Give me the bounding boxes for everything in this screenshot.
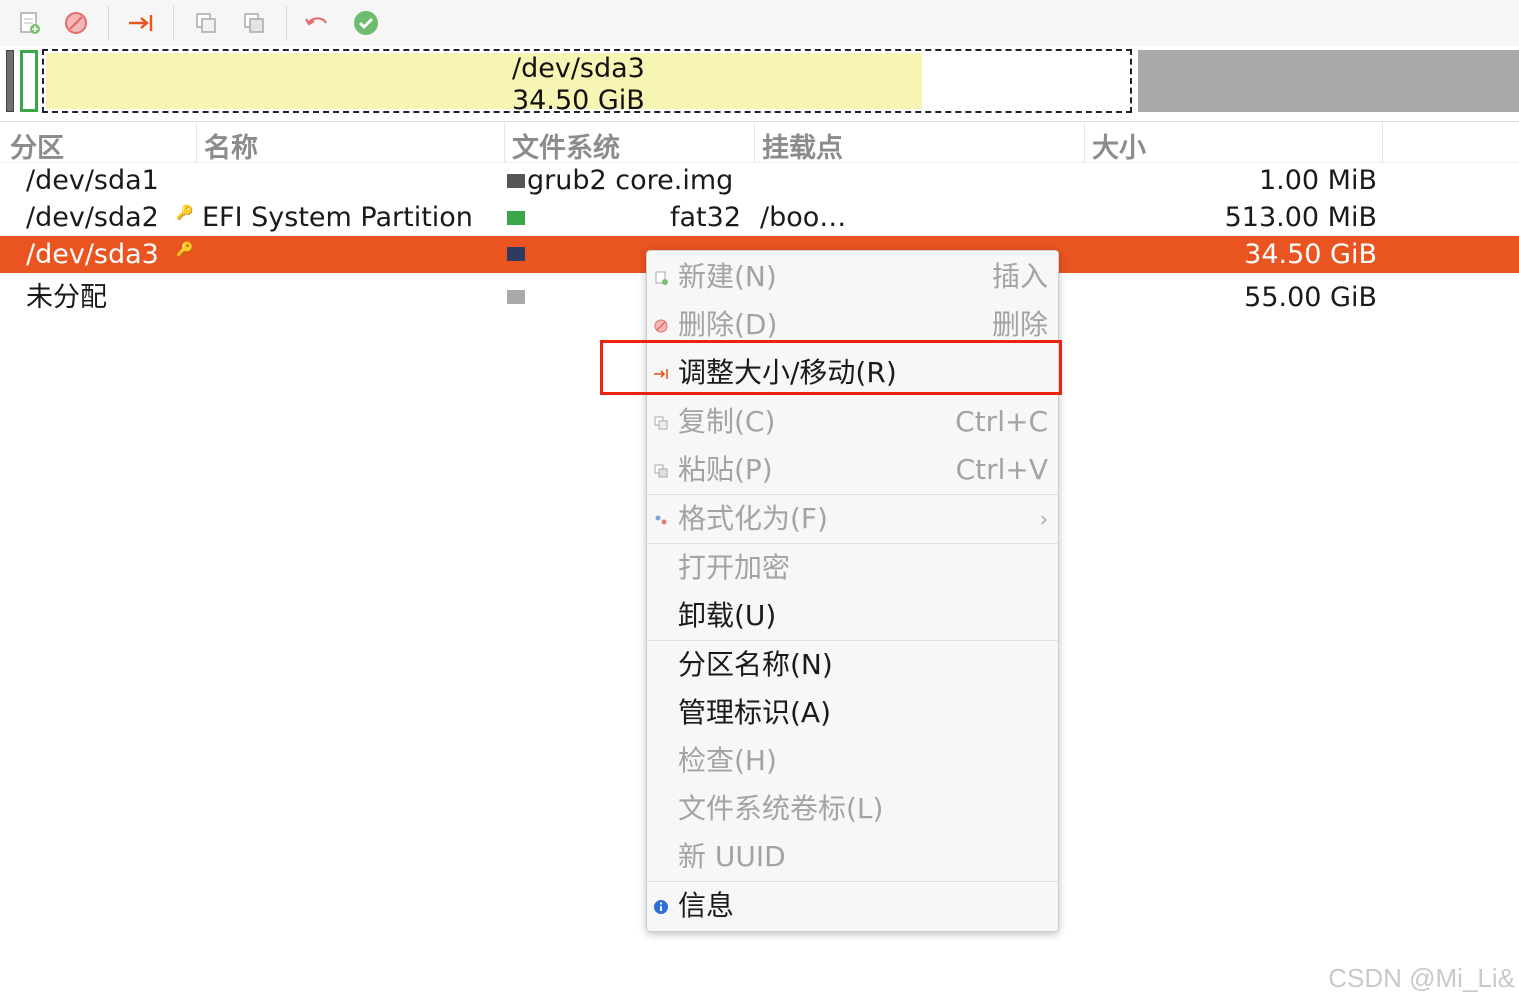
menu-item-label: 粘贴(P): [678, 453, 773, 486]
watermark: CSDN @Mi_Li&: [1328, 963, 1515, 993]
menu-item-accel: Ctrl+V: [955, 453, 1048, 486]
partition-block-label: /dev/sda3 34.50 GiB: [512, 53, 645, 117]
menu-item-label: 新 UUID: [678, 840, 786, 873]
menu-item-new-uuid[interactable]: 新 UUID: [647, 833, 1058, 881]
menu-item-label: 复制(C): [678, 405, 776, 438]
info-icon: [653, 899, 669, 915]
partition-map: /dev/sda3 34.50 GiB: [0, 46, 1519, 120]
menu-item-new[interactable]: 新建(N) 插入: [647, 253, 1058, 301]
apply-icon[interactable]: [351, 8, 381, 38]
undo-icon[interactable]: [302, 8, 332, 38]
menu-item-information[interactable]: 信息: [647, 882, 1058, 930]
partition-block-name: /dev/sda3: [512, 53, 645, 84]
menu-item-accel: 删除: [991, 308, 1048, 341]
filesystem-color-swatch: [507, 211, 525, 225]
column-header-size[interactable]: 大小: [1092, 126, 1146, 165]
resize-move-icon[interactable]: [126, 8, 156, 38]
copy-icon: [653, 415, 669, 431]
partition-cell: /dev/sda2: [26, 202, 159, 233]
menu-item-paste[interactable]: 粘贴(P) Ctrl+V: [647, 446, 1058, 494]
partition-block-unallocated[interactable]: [1138, 50, 1519, 112]
partition-block-sda3[interactable]: /dev/sda3 34.50 GiB: [42, 49, 1132, 116]
menu-item-label: 分区名称(N): [678, 648, 833, 681]
size-cell: 55.00 GiB: [1244, 282, 1377, 313]
column-header-name[interactable]: 名称: [204, 126, 258, 165]
menu-item-copy[interactable]: 复制(C) Ctrl+C: [647, 398, 1058, 446]
partition-block-sda2[interactable]: [20, 50, 38, 112]
table-row[interactable]: /dev/sda1 grub2 core.img 1.00 MiB: [0, 162, 1519, 199]
format-icon: [653, 512, 669, 528]
menu-item-format-as[interactable]: 格式化为(F) ›: [647, 495, 1058, 543]
partition-cell: /dev/sda1: [26, 165, 159, 196]
menu-item-label: 管理标识(A): [678, 696, 832, 729]
menu-item-fs-label[interactable]: 文件系统卷标(L): [647, 785, 1058, 833]
name-cell: EFI System Partition: [202, 202, 473, 233]
menu-item-check[interactable]: 检查(H): [647, 737, 1058, 785]
paste-icon[interactable]: [239, 8, 269, 38]
filesystem-color-swatch: [507, 247, 525, 261]
size-cell: 34.50 GiB: [1244, 239, 1377, 270]
menu-item-label: 删除(D): [678, 308, 778, 341]
size-cell: 513.00 MiB: [1224, 202, 1377, 233]
used-space-bar: [46, 53, 923, 109]
toolbar: [0, 0, 1519, 47]
partition-cell: /dev/sda3: [26, 239, 159, 270]
menu-item-label: 检查(H): [678, 744, 777, 777]
partition-cell: 未分配: [26, 282, 107, 313]
menu-item-accel: 插入: [991, 260, 1048, 293]
column-header-partition[interactable]: 分区: [10, 126, 64, 165]
partition-block-sda1[interactable]: [6, 50, 14, 112]
key-icon: 🔑: [176, 242, 194, 258]
filesystem-cell: grub2 core.img: [527, 165, 734, 196]
menu-item-label: 打开加密: [678, 551, 791, 584]
mountpoint-cell: /boo…: [760, 202, 847, 233]
size-cell: 1.00 MiB: [1258, 165, 1377, 196]
table-header: 分区 名称 文件系统 挂载点 大小: [0, 121, 1519, 165]
filesystem-color-swatch: [507, 174, 525, 188]
menu-item-open-encryption[interactable]: 打开加密: [647, 544, 1058, 592]
menu-item-label: 卸载(U): [678, 599, 777, 632]
menu-item-label: 信息: [678, 889, 735, 922]
key-icon: 🔑: [176, 205, 194, 221]
table-row[interactable]: /dev/sda2 🔑 EFI System Partition fat32 /…: [0, 199, 1519, 236]
new-icon: [653, 270, 669, 286]
menu-item-label: 格式化为(F): [678, 502, 828, 535]
column-header-mountpoint[interactable]: 挂载点: [762, 126, 843, 165]
new-partition-icon[interactable]: [14, 8, 44, 38]
submenu-arrow-icon: ›: [1040, 507, 1048, 531]
delete-icon: [653, 318, 669, 334]
paste-icon: [653, 463, 669, 479]
menu-item-accel: Ctrl+C: [955, 405, 1048, 438]
copy-icon[interactable]: [191, 8, 221, 38]
filesystem-color-swatch: [507, 290, 525, 304]
menu-item-label: 新建(N): [678, 260, 777, 293]
partition-block-size: 34.50 GiB: [512, 85, 645, 116]
menu-item-manage-flags[interactable]: 管理标识(A): [647, 689, 1058, 737]
delete-partition-icon[interactable]: [61, 8, 91, 38]
menu-item-partition-name[interactable]: 分区名称(N): [647, 641, 1058, 689]
menu-item-label: 文件系统卷标(L): [678, 792, 884, 825]
annotation-highlight-box: [600, 340, 1062, 395]
column-header-filesystem[interactable]: 文件系统: [512, 126, 620, 165]
filesystem-cell: fat32: [670, 202, 741, 233]
menu-item-unmount[interactable]: 卸载(U): [647, 592, 1058, 640]
